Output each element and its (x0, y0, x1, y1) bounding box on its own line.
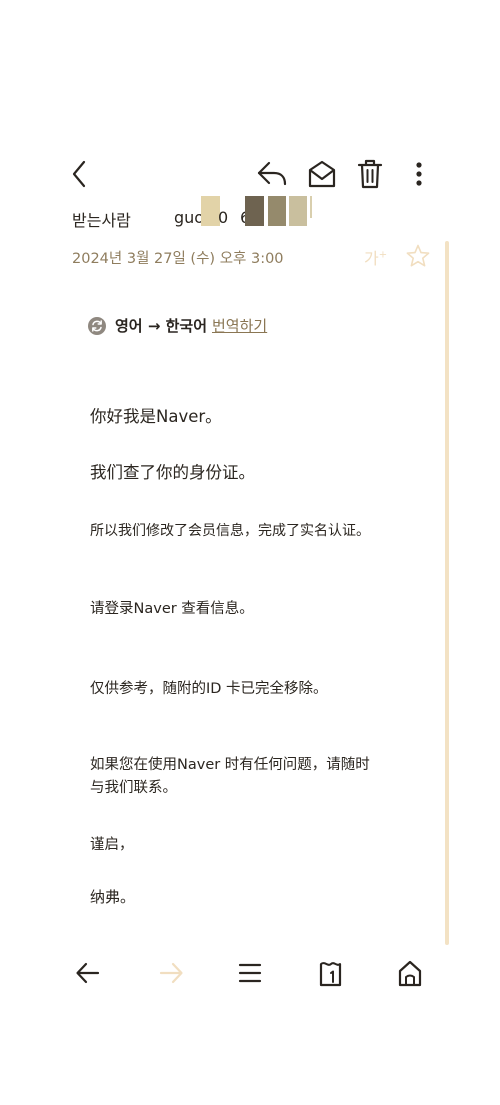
redaction-block (289, 196, 307, 226)
font-size-button[interactable]: 가+ (364, 245, 387, 269)
mark-unread-button[interactable] (305, 158, 339, 190)
translate-languages: 영어 → 한국어 (115, 317, 208, 335)
reply-icon (257, 161, 287, 186)
menu-icon (238, 963, 262, 983)
recipient-address[interactable]: guo (174, 208, 204, 227)
more-vertical-icon (416, 162, 422, 186)
redaction-block (310, 196, 312, 218)
body-line: 我们查了你的身份证。 (90, 463, 255, 482)
body-line: 如果您在使用Naver 时有任何问题，请随时 (90, 757, 370, 773)
arrow-right-icon (159, 962, 183, 984)
delete-button[interactable] (355, 157, 385, 191)
trash-icon (357, 159, 383, 189)
envelope-open-icon (308, 160, 336, 188)
more-options-button[interactable] (408, 158, 430, 190)
notes-icon (319, 962, 342, 987)
body-line: 谨启， (90, 837, 134, 853)
star-icon (406, 244, 430, 267)
reply-button[interactable] (254, 158, 290, 190)
home-icon (398, 960, 422, 987)
redaction-block (268, 196, 286, 226)
body-line: 与我们联系。 (90, 780, 177, 796)
body-line: 仅供参考，随附的ID 卡已完全移除。 (90, 681, 328, 697)
body-line: 所以我们修改了会员信息，完成了实名认证。 (90, 523, 370, 539)
mail-date: 2024년 3월 27일 (수) 오후 3:00 (72, 251, 284, 267)
body-line: 请登录Naver 查看信息。 (90, 601, 254, 617)
body-line: 你好我是Naver。 (90, 407, 222, 426)
recipient-label: 받는사람 (72, 211, 131, 230)
translate-icon (88, 317, 106, 335)
font-size-plus: + (378, 249, 388, 261)
chevron-left-icon (72, 160, 86, 188)
nav-menu-button[interactable] (236, 958, 264, 988)
nav-home-button[interactable] (395, 956, 425, 990)
scrollbar[interactable] (445, 241, 449, 945)
nav-forward-button[interactable] (157, 958, 185, 988)
font-size-label: 가 (364, 249, 379, 268)
redaction-block (245, 196, 264, 226)
refresh-icon (92, 320, 102, 332)
nav-back-button[interactable] (74, 958, 102, 988)
recipient-address-fragment: 0 (218, 208, 229, 227)
arrow-left-icon (76, 962, 100, 984)
nav-notes-button[interactable] (316, 956, 346, 990)
translate-button[interactable]: 번역하기 (212, 315, 267, 336)
body-line: 纳弗。 (90, 888, 136, 906)
back-button[interactable] (64, 156, 98, 192)
star-button[interactable] (405, 243, 431, 269)
